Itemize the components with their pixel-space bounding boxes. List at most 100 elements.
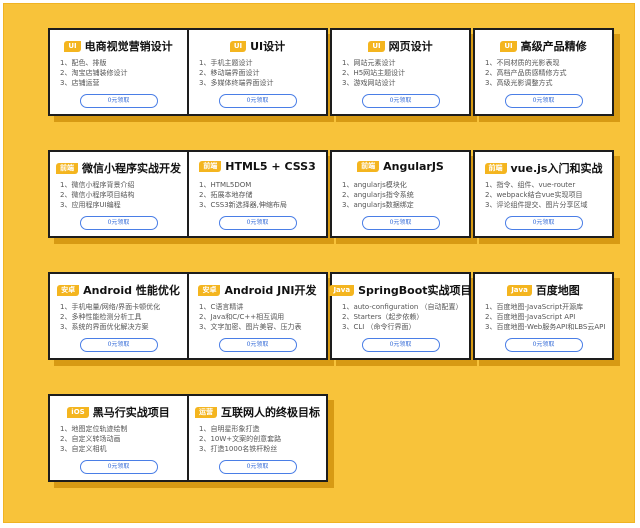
course-title: 高级产品精修	[520, 40, 587, 53]
category-tag: 前端	[357, 161, 380, 172]
topic-item: 2、淘宝店铺装修设计	[60, 69, 128, 77]
claim-button[interactable]: 0元领取	[504, 338, 583, 352]
course-title-row: 安卓 Android 性能优化	[50, 282, 187, 298]
course-title-row: iOS 黑马行实战项目	[50, 404, 187, 420]
course-card: UI 高级产品精修 1、不同材质的光影表现 2、高档产品质感精修方式 3、高级光…	[473, 28, 614, 116]
course-card: 运营 互联网人的终极目标 1、自明星形象打造 2、10W+文案的创意套路 3、打…	[187, 394, 328, 482]
claim-button[interactable]: 0元领取	[218, 94, 297, 108]
claim-button[interactable]: 0元领取	[79, 460, 158, 474]
claim-button[interactable]: 0元领取	[218, 338, 297, 352]
course-topics: 1、C语言精讲 2、Java和C/C++相互调用 3、文字加密、图片美容、压力表	[199, 302, 322, 332]
category-tag: UI	[64, 40, 81, 52]
course-title: 互联网人的终极目标	[221, 406, 320, 419]
course-topics: 1、不同材质的光影表现 2、高档产品质感精修方式 3、高级光影调整方式	[485, 58, 608, 88]
course-card: UI 电商视觉营销设计 1、配色、排版 2、淘宝店铺装修设计 3、店铺运营 0元…	[48, 28, 189, 116]
course-title: vue.js入门和实战	[510, 162, 603, 175]
topic-item: 2、webpack结合vue实现项目	[485, 191, 583, 199]
course-title-row: 前端 微信小程序实战开发	[50, 160, 187, 176]
course-title-row: 前端 AngularJS	[332, 160, 469, 173]
topic-item: 1、指令、组件、vue-router	[485, 181, 576, 189]
topic-item: 1、百度地图-JavaScript开源库	[485, 303, 584, 311]
topic-item: 3、自定义相机	[60, 445, 107, 453]
claim-button[interactable]: 0元领取	[79, 94, 158, 108]
course-title: Android 性能优化	[83, 284, 180, 297]
claim-button[interactable]: 0元领取	[504, 216, 583, 230]
course-title-row: UI 高级产品精修	[475, 38, 612, 54]
topic-item: 3、CLI （命令行界面）	[342, 323, 416, 331]
course-title: 百度地图	[535, 284, 580, 297]
course-title-row: UI 网页设计	[332, 38, 469, 54]
topic-item: 2、自定义转场动画	[60, 435, 121, 443]
topic-item: 2、移动端界面设计	[199, 69, 260, 77]
topic-item: 3、CSS3新选择器,伸缩布局	[199, 201, 287, 209]
topic-item: 2、微信小程序项目结构	[60, 191, 135, 199]
topic-item: 3、多媒体终端界面设计	[199, 79, 274, 87]
topic-item: 3、店铺运营	[60, 79, 100, 87]
claim-button[interactable]: 0元领取	[218, 216, 297, 230]
course-topics: 1、百度地图-JavaScript开源库 2、百度地图-JavaScript A…	[485, 302, 608, 332]
claim-button[interactable]: 0元领取	[218, 460, 297, 474]
course-topics: 1、angularjs模块化 2、angularjs指令系统 3、angular…	[342, 180, 465, 210]
course-title: HTML5 + CSS3	[225, 160, 316, 173]
topic-item: 2、Java和C/C++相互调用	[199, 313, 285, 321]
course-title-row: UI 电商视觉营销设计	[50, 38, 187, 54]
topic-item: 3、游戏网站设计	[342, 79, 396, 87]
course-topics: 1、手机主题设计 2、移动端界面设计 3、多媒体终端界面设计	[199, 58, 322, 88]
topic-item: 2、高档产品质感精修方式	[485, 69, 567, 77]
category-tag: Java	[507, 284, 532, 296]
category-tag: 前端	[56, 162, 78, 174]
course-topics: 1、自明星形象打造 2、10W+文案的创意套路 3、打造1000名铁杆粉丝	[199, 424, 322, 454]
category-tag: 运营	[195, 406, 217, 418]
course-topics: 1、auto-configuration （自动配置） 2、Starters（起…	[342, 302, 465, 332]
topic-item: 2、Starters（起步依赖）	[342, 313, 424, 321]
course-topics: 1、配色、排版 2、淘宝店铺装修设计 3、店铺运营	[60, 58, 183, 88]
topic-item: 2、多种性能检测分析工具	[60, 313, 142, 321]
course-title: UI设计	[250, 40, 286, 53]
course-topics: 1、手机电量/网络/界面卡顿优化 2、多种性能检测分析工具 3、系统的界面优化解…	[60, 302, 183, 332]
course-topics: 1、地图定位轨迹绘制 2、自定义转场动画 3、自定义相机	[60, 424, 183, 454]
course-title-row: Java SpringBoot实战项目	[329, 282, 472, 298]
category-tag: Java	[329, 284, 355, 296]
topic-item: 3、应用程序UI编程	[60, 201, 121, 209]
course-topics: 1、HTML5DOM 2、拓展本地存储 3、CSS3新选择器,伸缩布局	[199, 180, 322, 210]
topic-item: 1、不同材质的光影表现	[485, 59, 560, 67]
course-card: UI UI设计 1、手机主题设计 2、移动端界面设计 3、多媒体终端界面设计 0…	[187, 28, 328, 116]
claim-button[interactable]: 0元领取	[361, 216, 440, 230]
course-card: Java 百度地图 1、百度地图-JavaScript开源库 2、百度地图-Ja…	[473, 272, 614, 360]
category-tag: iOS	[67, 406, 89, 418]
course-card: 前端 微信小程序实战开发 1、微信小程序背景介绍 2、微信小程序项目结构 3、应…	[48, 150, 189, 238]
topic-item: 3、angularjs数据绑定	[342, 201, 414, 209]
claim-button[interactable]: 0元领取	[361, 94, 440, 108]
course-card: 安卓 Android 性能优化 1、手机电量/网络/界面卡顿优化 2、多种性能检…	[48, 272, 189, 360]
claim-button[interactable]: 0元领取	[361, 338, 440, 352]
topic-item: 1、angularjs模块化	[342, 181, 407, 189]
course-card: 安卓 Android JNI开发 1、C语言精讲 2、Java和C/C++相互调…	[187, 272, 328, 360]
topic-item: 1、C语言精讲	[199, 303, 244, 311]
course-card: UI 网页设计 1、网站元素设计 2、H5网站主题设计 3、游戏网站设计 0元领…	[330, 28, 471, 116]
topic-item: 3、打造1000名铁杆粉丝	[199, 445, 278, 453]
topic-item: 2、拓展本地存储	[199, 191, 253, 199]
topic-item: 3、百度地图-Web服务API和LBS云API	[485, 323, 606, 331]
course-title: 网页设计	[388, 40, 433, 53]
topic-item: 1、手机电量/网络/界面卡顿优化	[60, 303, 161, 311]
topic-item: 1、手机主题设计	[199, 59, 253, 67]
claim-button[interactable]: 0元领取	[504, 94, 583, 108]
topic-item: 1、auto-configuration （自动配置）	[342, 303, 463, 311]
course-title-row: 安卓 Android JNI开发	[189, 282, 326, 298]
topic-item: 1、自明星形象打造	[199, 425, 260, 433]
topic-item: 2、angularjs指令系统	[342, 191, 414, 199]
topic-item: 1、网站元素设计	[342, 59, 396, 67]
category-tag: UI	[229, 40, 247, 52]
course-title-row: 前端 vue.js入门和实战	[475, 160, 612, 176]
category-tag: UI	[500, 40, 517, 52]
course-title-row: 前端 HTML5 + CSS3	[189, 160, 326, 173]
claim-button[interactable]: 0元领取	[79, 338, 158, 352]
topic-item: 3、评论组件提交、图片分享区域	[485, 201, 588, 209]
claim-button[interactable]: 0元领取	[79, 216, 158, 230]
course-topics: 1、指令、组件、vue-router 2、webpack结合vue实现项目 3、…	[485, 180, 608, 210]
course-title: 微信小程序实战开发	[82, 162, 181, 175]
topic-item: 2、H5网站主题设计	[342, 69, 406, 77]
topic-item: 3、文字加密、图片美容、压力表	[199, 323, 302, 331]
course-title-row: UI UI设计	[189, 38, 326, 54]
topic-item: 1、地图定位轨迹绘制	[60, 425, 128, 433]
